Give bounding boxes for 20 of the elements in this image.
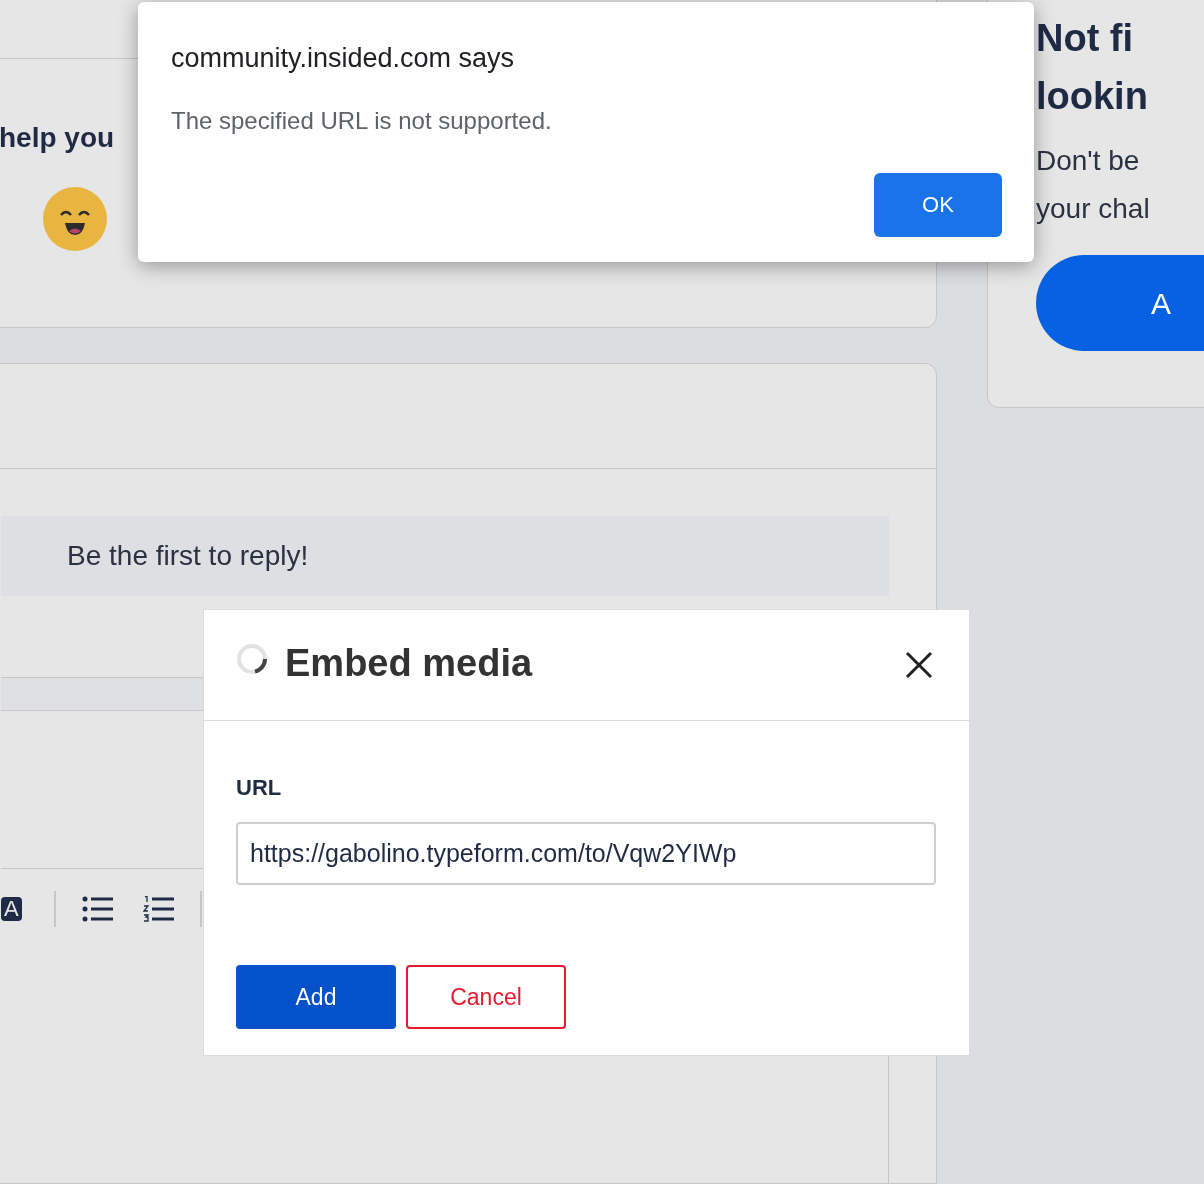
reply-notice: Be the first to reply! bbox=[67, 539, 309, 573]
sidebar-text: Don't be bbox=[1036, 144, 1141, 178]
sidebar-text: your chal bbox=[1036, 192, 1151, 226]
numbered-list-icon[interactable] bbox=[142, 896, 175, 922]
sidebar-heading: lookin bbox=[1036, 74, 1149, 119]
grin-emoji-icon[interactable] bbox=[43, 187, 107, 251]
close-icon[interactable] bbox=[905, 651, 933, 679]
url-label: URL bbox=[236, 774, 283, 802]
alert-title: community.insided.com says bbox=[171, 42, 516, 75]
sidebar-heading: Not fi bbox=[1036, 16, 1135, 61]
add-button[interactable]: Add bbox=[236, 965, 396, 1029]
bullet-list-icon[interactable] bbox=[81, 896, 114, 922]
sidebar-button[interactable]: A bbox=[1036, 255, 1204, 351]
dialog-title: Embed media bbox=[285, 640, 533, 686]
ok-button[interactable]: OK bbox=[874, 172, 1002, 237]
rating-prompt: help you bbox=[0, 121, 115, 155]
text-color-button[interactable]: A bbox=[1, 897, 22, 921]
cancel-button[interactable]: Cancel bbox=[406, 965, 566, 1029]
url-input-field[interactable]: https://gabolino.typeform.com/to/Vqw2YIWp bbox=[236, 822, 936, 885]
alert-message: The specified URL is not supported. bbox=[171, 105, 553, 136]
